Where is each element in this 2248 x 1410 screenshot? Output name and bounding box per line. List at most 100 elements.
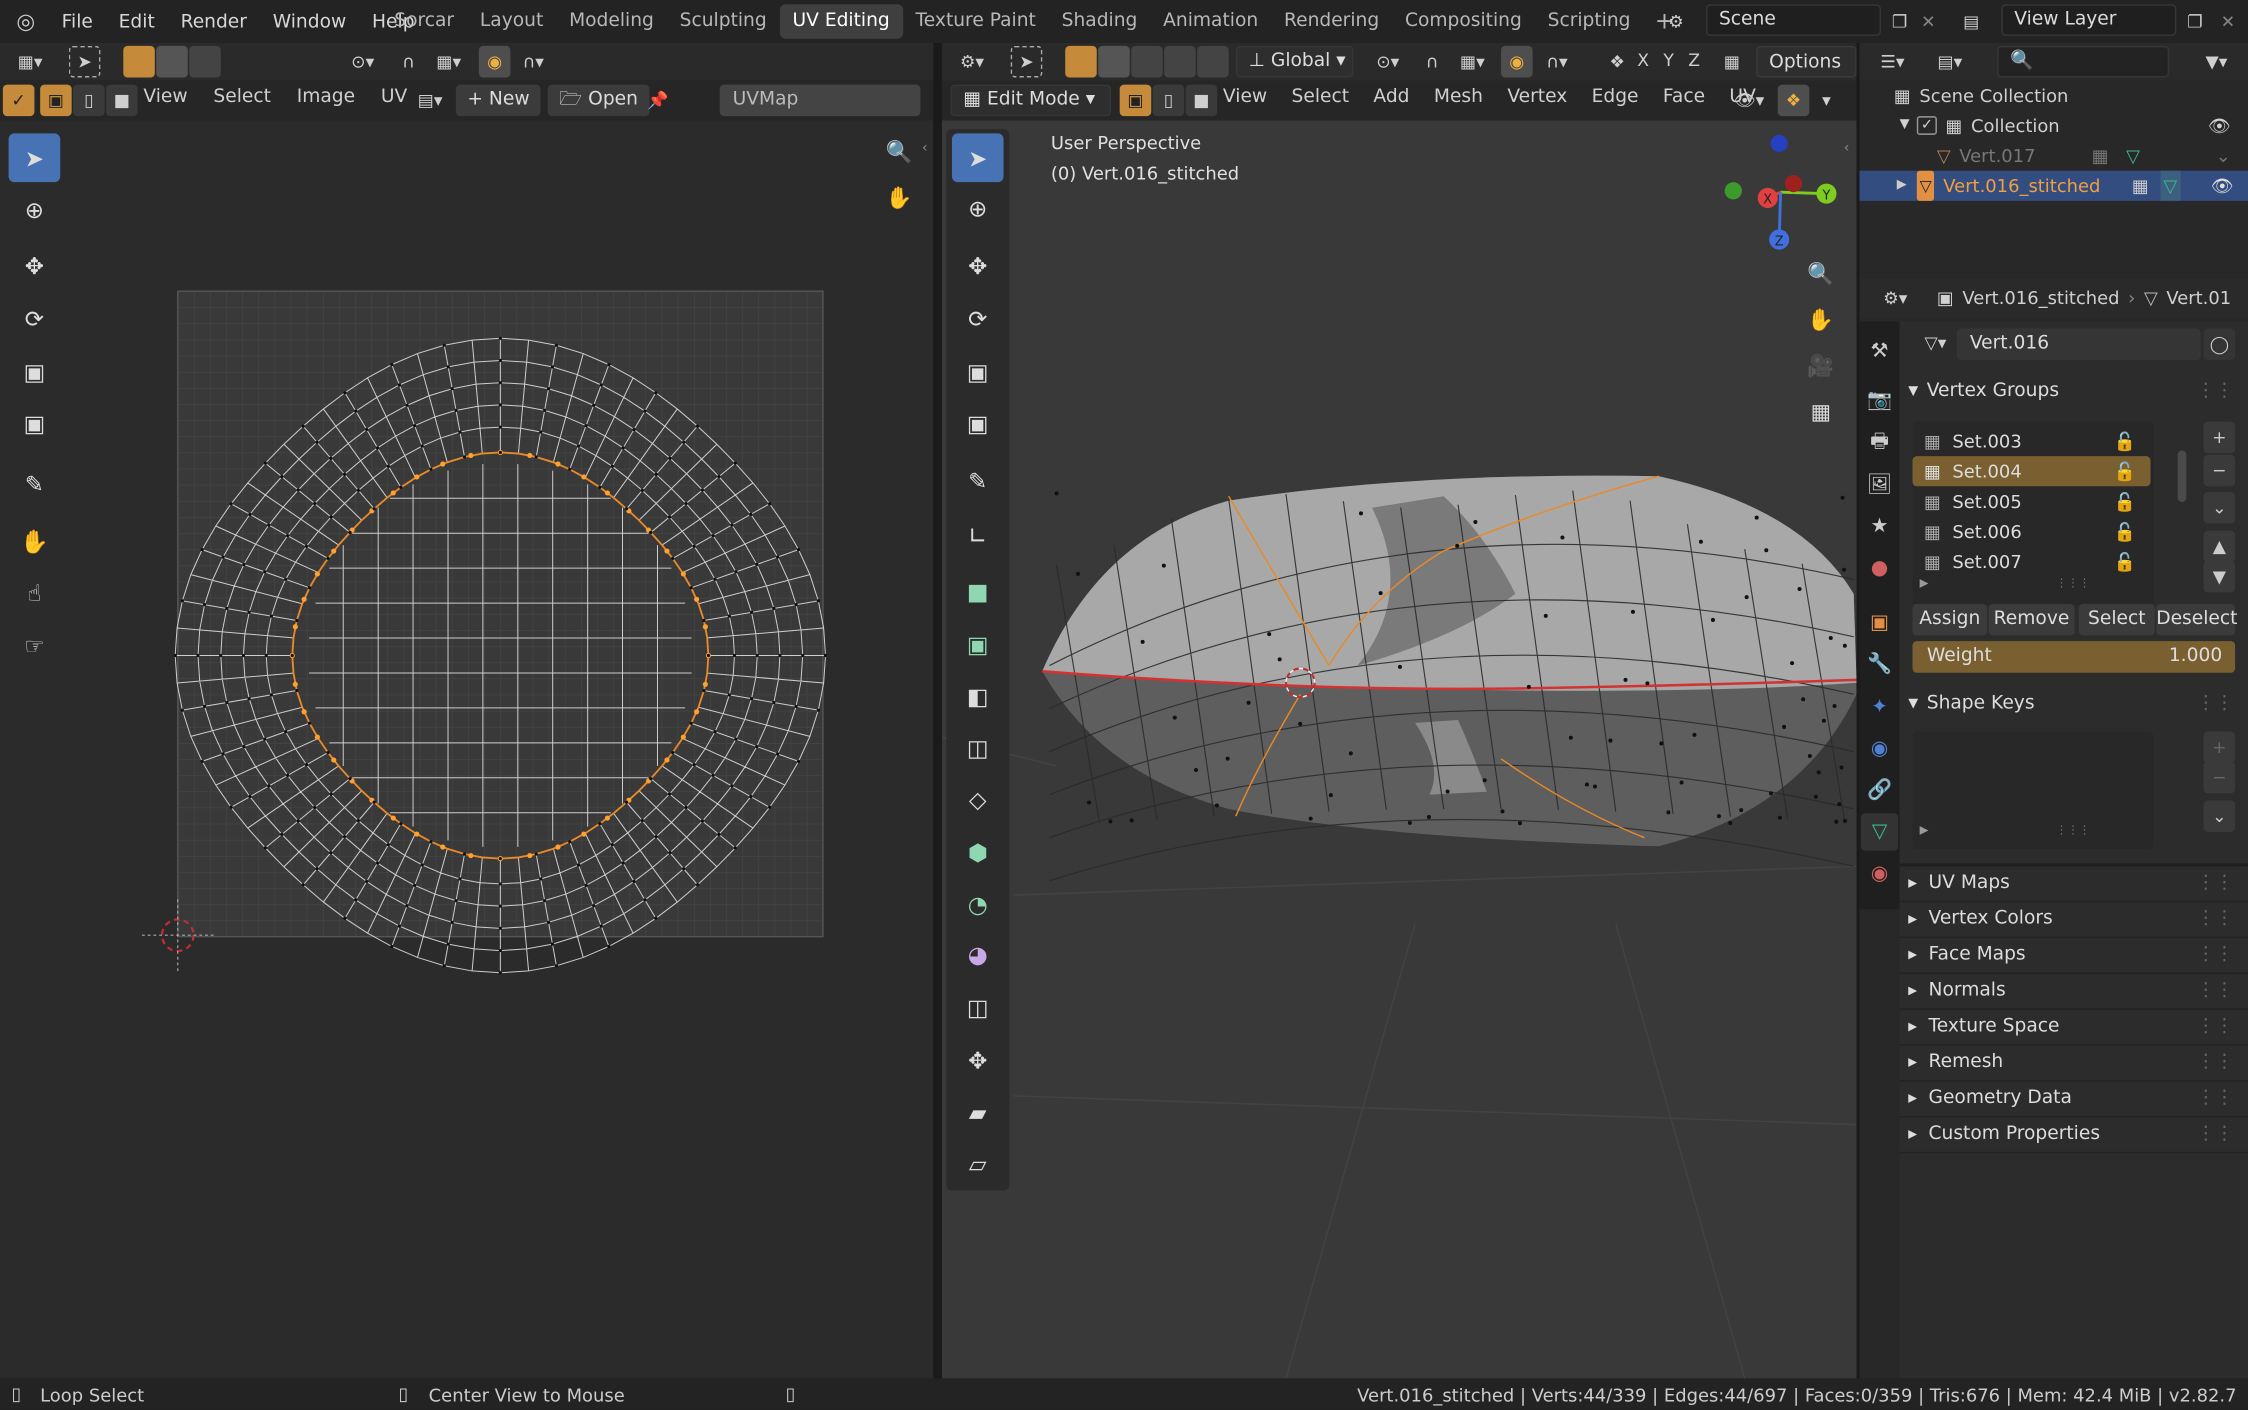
outliner-editor-type-icon[interactable]: ☰▾	[1871, 46, 1914, 78]
list-scrollbar[interactable]	[2177, 450, 2187, 503]
measure-tool[interactable]: ∟	[952, 511, 1004, 560]
vp-menu-view[interactable]: View	[1223, 86, 1267, 108]
options-dropdown[interactable]: Options ▾	[1756, 45, 1857, 105]
vp-select-box-tool[interactable]: ➤	[951, 133, 1004, 183]
vertex-select-icon[interactable]: ▣	[40, 84, 72, 117]
pivot-icon[interactable]: ⊙▾	[341, 46, 384, 78]
mirror-x[interactable]: X	[1637, 50, 1649, 70]
tab-uv-editing[interactable]: UV Editing	[779, 4, 903, 39]
panel-drag-handle-icon[interactable]: ⋮⋮	[2196, 938, 2233, 972]
remove-vertex-group-button[interactable]: −	[2203, 454, 2236, 487]
falloff-icon[interactable]: ∩▾	[512, 46, 555, 78]
vp-intersect-selection-icon[interactable]	[1197, 45, 1229, 78]
menu-file[interactable]: File	[49, 11, 106, 33]
tab-scripting[interactable]: Scripting	[1535, 4, 1644, 38]
shear-tool[interactable]: ▰	[952, 1087, 1004, 1136]
select-button[interactable]: Select	[2078, 603, 2155, 636]
smooth-tool[interactable]: ◕	[952, 929, 1004, 978]
uv-menu-uv[interactable]: UV	[381, 86, 407, 108]
particles-tab-icon[interactable]: ✦	[1861, 689, 1898, 726]
panel-drag-handle-icon[interactable]: ⋮⋮	[2196, 1082, 2233, 1116]
render-tab-icon[interactable]: 📷	[1861, 382, 1898, 419]
tab-compositing[interactable]: Compositing	[1392, 4, 1535, 38]
tab-sculpting[interactable]: Sculpting	[667, 4, 780, 38]
tool-tab-icon[interactable]: ⚒	[1861, 333, 1898, 370]
editor-type-icon[interactable]: ▦▾	[9, 46, 52, 78]
perspective-toggle-icon[interactable]: ▦	[1801, 392, 1841, 432]
vp-falloff-icon[interactable]: ∩▾	[1535, 46, 1578, 78]
mesh-browse-icon[interactable]: ▽▾	[1914, 327, 1957, 359]
vp-subtract-selection-icon[interactable]	[1131, 45, 1163, 78]
panel-drag-handle-icon[interactable]: ⋮⋮	[2196, 974, 2233, 1008]
vp-scale-tool[interactable]: ▣	[952, 347, 1004, 396]
modifier-tab-icon[interactable]: 🔧	[1861, 645, 1898, 682]
blender-logo-icon[interactable]: ◎	[9, 4, 43, 38]
edge-slide-tool[interactable]: ◫	[952, 983, 1004, 1032]
list-resize-handle-icon[interactable]: ⋮⋮⋮	[2056, 823, 2090, 836]
vp-face-mode-icon[interactable]: ■	[1185, 84, 1218, 117]
normals-panel-header[interactable]: ▶ Normals ⋮⋮	[1899, 974, 2248, 1010]
vp-menu-mesh[interactable]: Mesh	[1434, 86, 1483, 108]
expand-arrow-icon[interactable]: ▼	[1900, 110, 1917, 140]
vp-move-tool[interactable]: ✥	[952, 241, 1004, 290]
tab-modeling[interactable]: Modeling	[556, 4, 667, 38]
vp-edge-mode-icon[interactable]: ▯	[1152, 84, 1185, 117]
view-layer-tab-icon[interactable]: 🖼	[1861, 466, 1898, 503]
vertex-group-specials-button[interactable]: ⌄	[2203, 491, 2236, 524]
snap-icon[interactable]: ∩	[393, 46, 425, 78]
uv-canvas[interactable]	[0, 120, 933, 1378]
shape-keys-panel-header[interactable]: ▼ Shape Keys ⋮⋮	[1908, 687, 2248, 721]
shape-key-specials-button[interactable]: ⌄	[2203, 800, 2236, 832]
filter-icon[interactable]: ▼▾	[2195, 46, 2238, 78]
vp-zoom-icon[interactable]: 🔍	[1801, 254, 1841, 294]
vp-proportional-edit-icon[interactable]: ◉	[1501, 45, 1533, 78]
collection-visibility-eye-icon[interactable]: 👁	[2208, 110, 2231, 140]
geometry-data-panel-header[interactable]: ▶ Geometry Data ⋮⋮	[1899, 1082, 2248, 1118]
auto-merge-icon[interactable]: ▦	[1716, 46, 1748, 78]
uvmap-field[interactable]: UVMap	[719, 84, 921, 117]
display-mode-icon[interactable]: ▤▾	[1928, 46, 1971, 78]
uv-menu-image[interactable]: Image	[297, 86, 355, 108]
lock-icon[interactable]: 🔓	[2114, 426, 2136, 456]
vp-cursor-tool[interactable]: ⊕	[952, 184, 1004, 233]
custom-properties-panel-header[interactable]: ▶ Custom Properties ⋮⋮	[1899, 1117, 2248, 1154]
weight-slider[interactable]: Weight 1.000	[1912, 641, 2236, 673]
uv-menu-view[interactable]: View	[143, 86, 187, 108]
vp-snap-target-icon[interactable]: ▦▾	[1451, 46, 1494, 78]
lock-icon[interactable]: 🔓	[2114, 486, 2136, 516]
viewport-editor-type-icon[interactable]: ⚙▾	[951, 46, 994, 78]
outliner-item-vert016-stitched[interactable]: ▶ ▽ Vert.016_stitched ▦ ▽ 👁	[1859, 170, 2248, 201]
move-down-button[interactable]: ▼	[2203, 560, 2236, 593]
inset-tool[interactable]: ▣	[952, 620, 1004, 669]
scene-delete-icon[interactable]: ✕	[1913, 6, 1945, 38]
select-box-tool-icon[interactable]: ➤	[68, 45, 101, 78]
object-tab-icon[interactable]: ▣	[1861, 604, 1898, 641]
mode-dropdown[interactable]: ▦ Edit Mode ▾	[950, 84, 1112, 117]
navigation-gizmo[interactable]: X Y Z	[1724, 134, 1837, 250]
mirror-z[interactable]: Z	[1688, 50, 1700, 70]
scene-new-icon[interactable]: ❐	[1884, 6, 1916, 38]
new-selection-icon[interactable]	[123, 45, 155, 78]
extrude-tool[interactable]: ■	[952, 567, 1004, 616]
add-vertex-group-button[interactable]: +	[2203, 421, 2236, 454]
loop-cut-tool[interactable]: ◫	[952, 723, 1004, 772]
panel-drag-handle-icon[interactable]: ⋮⋮	[2196, 1010, 2233, 1044]
edge-select-icon[interactable]: ▯	[73, 84, 105, 117]
outliner-search-input[interactable]: 🔍	[1997, 45, 2170, 78]
menu-edit[interactable]: Edit	[106, 11, 168, 33]
tab-shading[interactable]: Shading	[1049, 4, 1151, 38]
add-shape-key-button[interactable]: +	[2203, 731, 2236, 764]
knife-tool[interactable]: ◇	[952, 775, 1004, 824]
hidden-eye-icon[interactable]: ⌄	[2216, 141, 2231, 171]
outliner-scene-collection[interactable]: ▦ Scene Collection	[1894, 80, 2238, 110]
menu-render[interactable]: Render	[168, 11, 260, 33]
subtract-selection-icon[interactable]	[189, 45, 221, 78]
vp-sidebar-toggle-icon[interactable]: ‹	[1844, 141, 1850, 157]
scene-field[interactable]: Scene	[1706, 4, 1881, 36]
panel-drag-handle-icon[interactable]: ⋮⋮	[2196, 1046, 2233, 1080]
remove-button[interactable]: Remove	[1988, 603, 2075, 636]
rip-tool[interactable]: ▱	[952, 1139, 1004, 1188]
move-up-button[interactable]: ▲	[2203, 530, 2236, 563]
vp-menu-face[interactable]: Face	[1663, 86, 1705, 108]
viewport-canvas[interactable]: X Y Z	[941, 120, 1857, 1379]
